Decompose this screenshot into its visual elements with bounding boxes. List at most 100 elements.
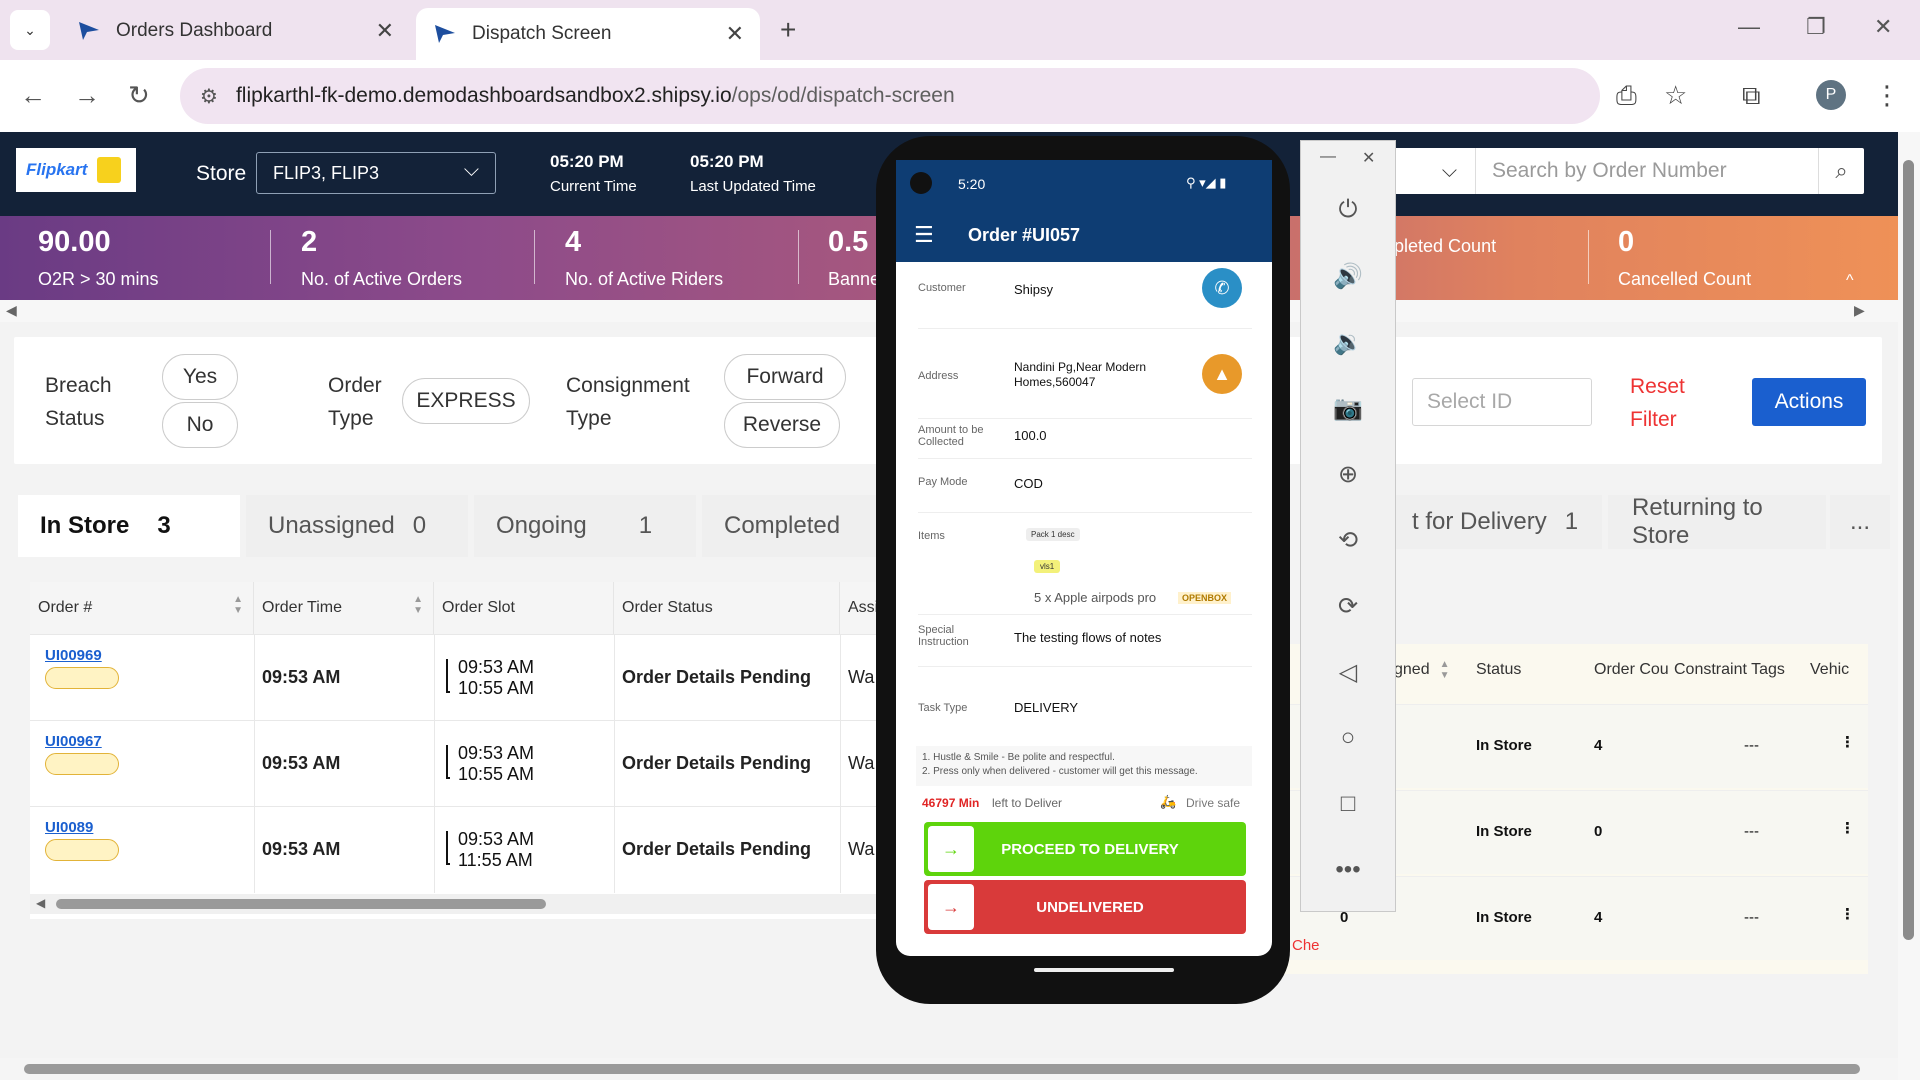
forward-pill[interactable]: Forward (724, 354, 846, 400)
tab-label: In Store (40, 512, 130, 539)
store-select[interactable]: FLIP3, FLIP3 ⌵ (256, 152, 496, 194)
back-triangle-icon[interactable]: ◁ (1326, 650, 1370, 694)
volume-down-icon[interactable]: 🔉 (1326, 320, 1370, 364)
home-circle-icon[interactable]: ○ (1326, 716, 1370, 760)
col-order-number[interactable]: Order # ▲ ▼ (30, 582, 254, 634)
tab-ongoing[interactable]: Ongoing 1 (474, 495, 696, 557)
profile-avatar[interactable]: P (1816, 80, 1846, 110)
tab-dispatch-screen[interactable]: Dispatch Screen ✕ (416, 8, 760, 60)
collapse-caret-icon[interactable]: ^ (1846, 272, 1854, 290)
more-options-icon[interactable]: ••• (1326, 848, 1370, 892)
site-info-icon[interactable]: ⚙ (200, 84, 218, 109)
header-label: Order # (38, 599, 93, 616)
reset-filter-link[interactable]: Reset Filter (1630, 370, 1690, 436)
more-tabs-icon[interactable]: ... (1830, 495, 1890, 549)
slot-bracket (446, 659, 450, 693)
scroll-right-icon[interactable]: ▶ (1854, 302, 1865, 319)
row-menu-icon[interactable]: ⋮ (1840, 733, 1855, 751)
table-horizontal-scrollbar[interactable]: ◀ (30, 894, 880, 914)
sort-icon[interactable]: ▲ ▼ (413, 594, 423, 616)
forward-icon[interactable]: → (74, 80, 100, 111)
stat-label: Cancelled Count (1618, 269, 1752, 289)
table-row[interactable]: UI0089 09:53 AM 09:53 AM 11:55 AM Order … (30, 806, 880, 893)
close-tab-icon[interactable]: ✕ (376, 18, 394, 44)
scrollbar-thumb[interactable] (24, 1064, 1860, 1074)
tab-in-store[interactable]: In Store 3 (18, 495, 240, 557)
extensions-icon[interactable]: ⧉ (1742, 80, 1761, 112)
search-icon[interactable]: ⌕ (1818, 148, 1864, 194)
volume-up-icon[interactable]: 🔊 (1326, 254, 1370, 298)
table-row[interactable]: UI00967 09:53 AM 09:53 AM 10:55 AM Order… (30, 720, 880, 807)
url-bar[interactable]: ⚙ flipkarthl-fk-demo.demodashboardsandbo… (180, 68, 1600, 124)
camera-icon[interactable]: 📷 (1326, 386, 1370, 430)
scroll-left-icon[interactable]: ◀ (36, 896, 45, 910)
tab-search-button[interactable]: ⌄ (10, 10, 50, 50)
breach-yes-pill[interactable]: Yes (162, 354, 238, 400)
table-row[interactable]: UI00969 09:53 AM 09:53 AM 10:55 AM Order… (30, 634, 880, 721)
new-tab-icon[interactable]: + (780, 14, 796, 46)
back-icon[interactable]: ← (20, 80, 46, 111)
row-menu-icon[interactable]: ⋮ (1840, 819, 1855, 837)
tab-orders-dashboard[interactable]: Orders Dashboard ✕ (60, 8, 410, 54)
sort-icon[interactable]: ▲ ▼ (1440, 659, 1450, 681)
sort-icon[interactable]: ▲ ▼ (233, 594, 243, 616)
minimize-icon[interactable]: — (1738, 14, 1760, 40)
actions-button[interactable]: Actions (1752, 378, 1866, 426)
breach-no-pill[interactable]: No (162, 402, 238, 448)
col-assigned[interactable]: gned ▲ ▼ (1394, 644, 1460, 696)
order-id-link[interactable]: UI00967 (45, 733, 102, 750)
order-type-express-pill[interactable]: EXPRESS (402, 378, 530, 424)
chevron-down-icon: ⌵ (1441, 159, 1457, 182)
tab-returning-to-store[interactable]: Returning to Store (1608, 494, 1826, 549)
stat-divider (270, 230, 271, 284)
item-text: 5 x Apple airpods pro (1034, 590, 1157, 605)
header-label: Order Status (622, 599, 713, 616)
search-input[interactable]: Search by Order Number (1476, 159, 1818, 183)
scroll-left-icon[interactable]: ◀ (6, 302, 17, 319)
col-order-time[interactable]: Order Time ▲ ▼ (254, 582, 434, 634)
column-divider (434, 807, 435, 893)
tab-unassigned[interactable]: Unassigned 0 (246, 495, 468, 557)
power-icon[interactable]: ⏻ (1326, 188, 1370, 232)
proceed-to-delivery-button[interactable]: → PROCEED TO DELIVERY (924, 822, 1246, 876)
bookmark-star-icon[interactable]: ☆ (1664, 80, 1687, 111)
close-window-icon[interactable]: ✕ (1874, 14, 1892, 40)
browser-menu-icon[interactable]: ⋮ (1874, 80, 1900, 111)
undelivered-button[interactable]: → UNDELIVERED (924, 880, 1246, 934)
rotate-left-icon[interactable]: ⟲ (1326, 518, 1370, 562)
scrollbar-thumb[interactable] (1903, 160, 1914, 940)
overview-square-icon[interactable]: □ (1326, 782, 1370, 826)
order-tag-badge (45, 839, 119, 861)
rotate-right-icon[interactable]: ⟳ (1326, 584, 1370, 628)
navigation-icon[interactable]: ▲ (1202, 354, 1242, 394)
scrollbar-thumb[interactable] (56, 899, 546, 909)
url-path: /ops/od/dispatch-screen (731, 84, 955, 107)
install-app-icon[interactable]: ⎙ (1616, 80, 1637, 112)
emulator-close-icon[interactable]: ✕ (1362, 148, 1375, 168)
select-id-input[interactable]: Select ID (1412, 378, 1592, 426)
browser-tab-bar: ⌄ Orders Dashboard ✕ Dispatch Screen ✕ +… (0, 0, 1920, 60)
tab-label: Returning to Store (1632, 494, 1763, 549)
order-id-link[interactable]: UI0089 (45, 819, 93, 836)
page-horizontal-scrollbar[interactable] (0, 1058, 1898, 1080)
reverse-pill[interactable]: Reverse (724, 402, 840, 448)
order-id-link[interactable]: UI00969 (45, 647, 102, 664)
row-menu-icon[interactable]: ⋮ (1840, 905, 1855, 923)
page-vertical-scrollbar[interactable] (1898, 132, 1920, 1080)
rider-status: In Store (1476, 737, 1532, 754)
front-camera-icon (910, 172, 932, 194)
restore-icon[interactable]: ❐ (1806, 14, 1826, 40)
emulator-minimize-icon[interactable]: — (1320, 148, 1336, 166)
phone-call-icon[interactable]: ✆ (1202, 268, 1242, 308)
tab-completed[interactable]: Completed (702, 495, 882, 557)
hamburger-menu-icon[interactable]: ☰ (914, 222, 934, 248)
reload-icon[interactable]: ↻ (128, 80, 150, 111)
close-tab-icon[interactable]: ✕ (726, 21, 744, 47)
order-status: Order Details Pending (622, 667, 812, 687)
column-divider (840, 807, 841, 893)
gesture-bar[interactable] (1034, 968, 1174, 972)
stat-active-riders: 4 No. of Active Riders (565, 226, 723, 290)
col-order-count: Order Cou (1594, 661, 1668, 678)
col-assigned: Assi (840, 582, 880, 634)
zoom-icon[interactable]: ⊕ (1326, 452, 1370, 496)
